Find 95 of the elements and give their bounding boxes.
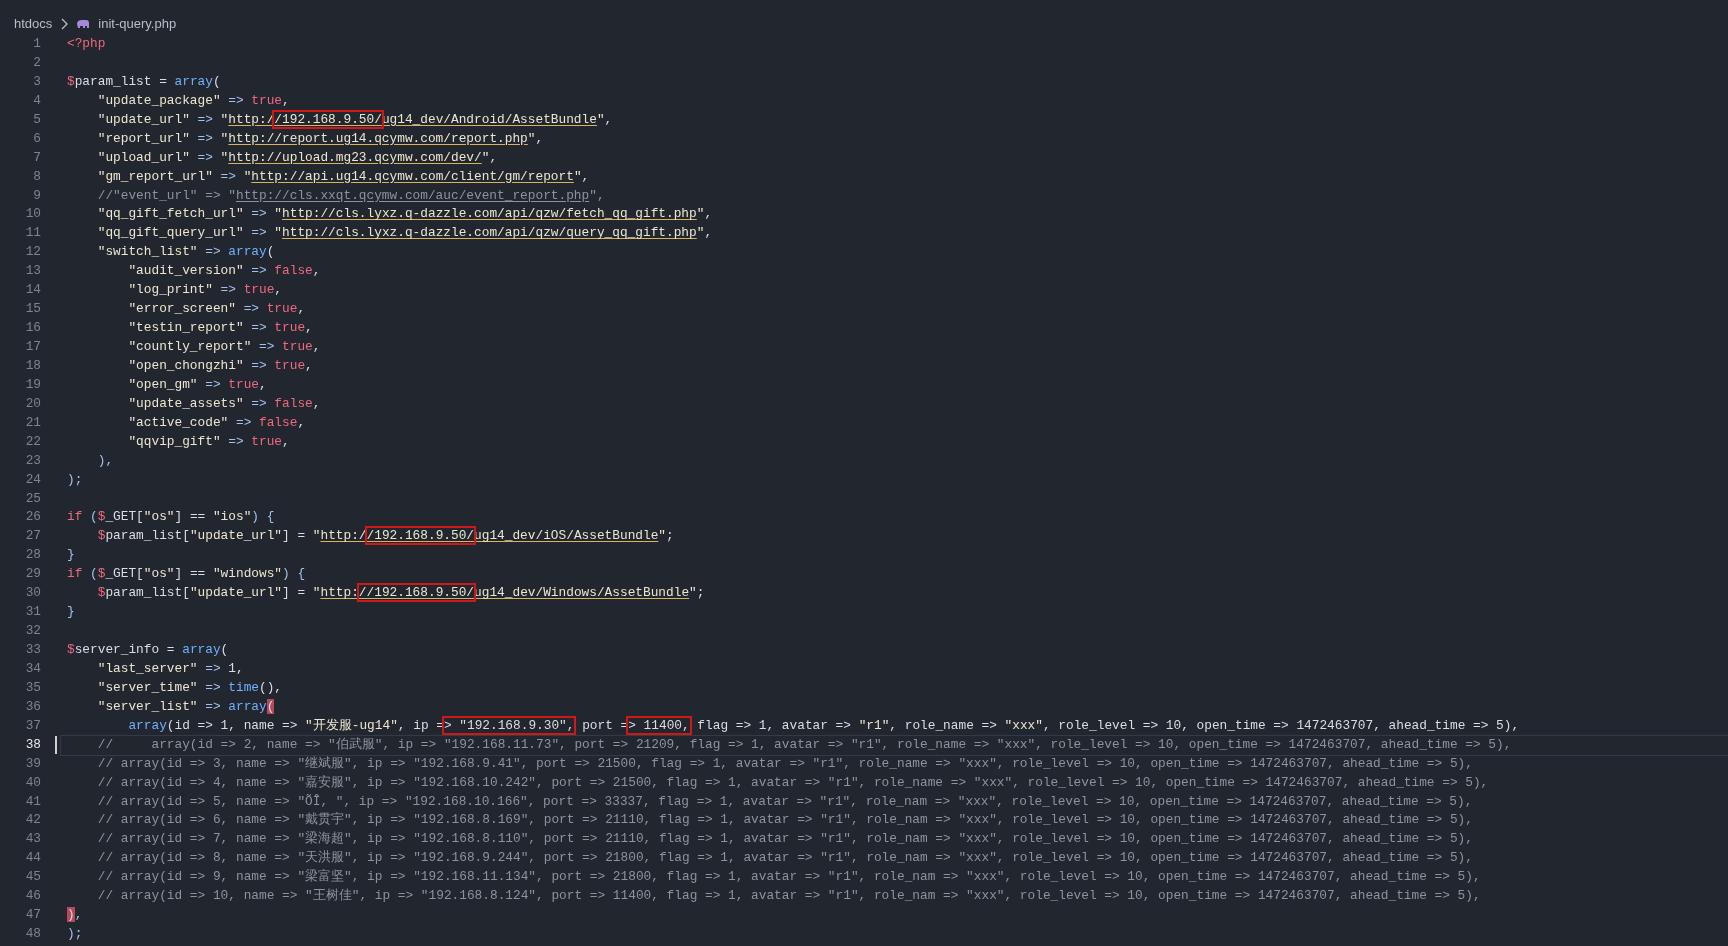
code-line: //"event_url" => "http://cls.xxqt.qcymw.com/auc/event_report.php", [96,186,606,205]
text-cursor [55,736,57,755]
line-number: 33 [24,641,41,659]
code-line: "qqvip_gift" => true, [127,432,291,451]
line-number: 27 [24,527,41,546]
line-number: 13 [24,262,41,281]
line-number: 28 [24,546,41,565]
code-line: // array(id => 4, name => "嘉安服", ip => "192.168.10.242", port => 21500, flag => 1, avatar => "r1", role_name => "xxx", role_level => 10, open_time => 1472463707, ahead_time => 5), [96,773,1490,792]
code-line: "server_list" => array( [96,697,276,716]
line-number: 2 [32,53,41,72]
line-number: 11 [24,224,41,243]
line-number: 5 [32,110,41,129]
line-number: 24 [24,470,41,489]
line-number: 36 [24,697,41,716]
code-line: "update_url" => "http://192.168.9.50/ug14_dev/Android/AssetBundle", [96,110,614,129]
line-number: 44 [24,849,41,868]
code-line: ); [66,470,84,489]
line-number: 48 [24,925,41,944]
line-number: 10 [24,205,41,224]
code-line: if ($_GET["os"] == "windows") { [66,565,307,584]
code-line: "audit_version" => false, [127,262,322,281]
elephant-icon [76,19,91,29]
line-number: 40 [24,773,41,792]
code-line: // array(id => 6, name => "戴贯宇", ip => "192.168.8.169", port => 21110, flag => 1, avatar => "r1", role_nam => "xxx", role_level => 10, open_time => 1472463707, ahead_time => 5), [96,811,1474,830]
code-line: // array(id => 10, name => "王树佳", ip => "192.168.8.124", port => 11400, flag => 1, avatar => "r1", role_nam => "xxx", role_level => 10, open_time => 1472463707, ahead_time => 5), [96,887,1482,906]
code-line: if ($_GET["os"] == "ios") { [66,508,276,527]
code-line: "update_package" => true, [96,91,291,110]
code-line: "qq_gift_query_url" => "http://cls.lyxz.q-dazzle.com/api/qzw/query_qq_gift.php", [96,224,714,243]
breadcrumb-item[interactable]: init-query.php [98,14,177,34]
line-number: 30 [24,584,41,603]
line-number: 47 [24,906,41,925]
line-number: 19 [24,375,41,394]
line-number: 34 [24,659,41,678]
line-number: 26 [24,508,41,527]
code-line: // array(id => 5, name => "ÕÎ, ", ip => "192.168.10.166", port => 33337, flag => 1, avatar => "r1", role_nam => "xxx", role_level => 10, open_time => 1472463707, ahead_time => 5), [96,792,1474,811]
code-line: // array(id => 8, name => "天洪服", ip => "192.168.9.244", port => 21800, flag => 1, avatar => "r1", role_nam => "xxx", role_level => 10, open_time => 1472463707, ahead_time => 5), [96,849,1474,868]
code-line: "open_gm" => true, [127,375,268,394]
code-line: // array(id => 2, name => "伯武服", ip => "192.168.11.73", port => 21209, flag => 1, avatar => "r1", role_name => "xxx", role_level => 10, open_time => 1472463707, ahead_time => 5), [61,735,1728,755]
line-number: 29 [24,565,41,584]
line-number: 6 [32,129,41,148]
code-line: "error_screen" => true, [127,300,307,319]
code-line: "log_print" => true, [127,281,284,300]
code-line: $param_list = array( [66,72,222,91]
chevron-icon [60,18,69,30]
line-number: 1 [32,35,41,53]
code-line: "switch_list" => array( [96,243,276,262]
code-line: "update_assets" => false, [127,394,322,413]
code-line: "server_time" => time(), [96,678,284,697]
code-line: ), [66,906,84,925]
code-line: ), [96,451,115,470]
line-number: 9 [32,186,41,205]
line-number: 14 [24,281,41,300]
code-line: "open_chongzhi" => true, [127,356,314,375]
line-number: 23 [24,451,41,470]
line-number: 39 [24,754,41,773]
code-line: $server_info = array( [66,641,230,659]
line-number: 3 [32,72,41,91]
line-number: 37 [24,716,41,735]
code-line: <?php [66,35,107,53]
code-line: "last_server" => 1, [96,659,245,678]
line-number: 18 [24,356,41,375]
line-number: 42 [24,811,41,830]
line-number: 7 [32,148,41,167]
line-number: 17 [24,338,41,356]
code-line: "qq_gift_fetch_url" => "http://cls.lyxz.q-dazzle.com/api/qzw/fetch_qq_gift.php", [96,205,714,224]
code-line: // array(id => 9, name => "梁富坚", ip => "192.168.11.134", port => 21800, flag => 1, avatar => "r1", role_nam => "xxx", role_level => 10, open_time => 1472463707, ahead_time => 5), [96,868,1482,887]
code-line: // array(id => 7, name => "梁海超", ip => "192.168.8.110", port => 21110, flag => 1, avatar => "r1", role_nam => "xxx", role_level => 10, open_time => 1472463707, ahead_time => 5), [96,830,1474,849]
code-line: } [66,546,76,565]
code-line: } [66,603,76,622]
line-number: 32 [24,622,41,641]
line-number: 31 [24,603,41,622]
code-line: ); [66,925,84,944]
code-line: "active_code" => false, [127,413,307,432]
line-number: 16 [24,319,41,338]
code-line: "countly_report" => true, [127,338,322,356]
line-number: 43 [24,830,41,849]
line-number: 45 [24,868,41,887]
line-number: 25 [24,489,41,508]
line-number: 46 [24,887,41,906]
line-number: 8 [32,167,41,186]
line-number: 4 [32,91,41,110]
code-line: "testin_report" => true, [127,319,314,338]
line-number: 41 [24,792,41,811]
breadcrumb-item[interactable]: htdocs [14,14,53,34]
code-line: "upload_url" => "http://upload.mg23.qcymw.com/dev/", [96,148,499,167]
line-number: 22 [24,432,41,451]
code-line: "report_url" => "http://report.ug14.qcymw.com/report.php", [96,129,545,148]
line-number: 15 [24,300,41,319]
line-number: 12 [24,243,41,262]
line-number: 35 [24,678,41,697]
code-line: "gm_report_url" => "http://api.ug14.qcymw.com/client/gm/report", [96,167,591,186]
line-number: 20 [24,394,41,413]
line-number: 21 [24,413,41,432]
code-line: // array(id => 3, name => "继斌服", ip => "192.168.9.41", port => 21500, flag => 1, avatar => "r1", role_name => "xxx", role_level => 10, open_time => 1472463707, ahead_time => 5), [96,754,1474,773]
line-number: 38 [24,735,41,754]
